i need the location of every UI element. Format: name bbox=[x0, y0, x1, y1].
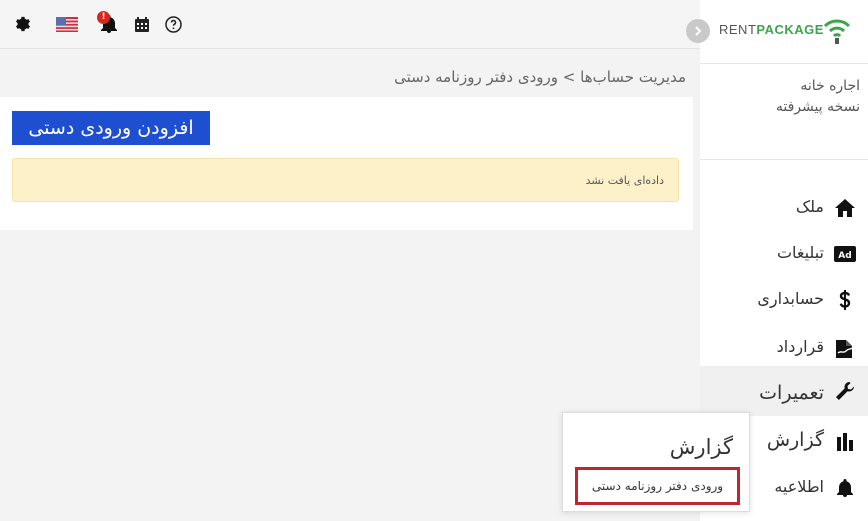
sidebar-item-label: حسابداری bbox=[757, 289, 824, 308]
content-card: افزودن ورودی دستی داده‌ای یافت نشد bbox=[0, 97, 693, 230]
plan-version: نسخه پیشرفته bbox=[775, 99, 860, 115]
sidebar-item-maintenance[interactable]: تعمیرات bbox=[700, 366, 868, 416]
empty-message: داده‌ای یافت نشد bbox=[585, 174, 664, 187]
chevron-right-icon bbox=[695, 26, 702, 36]
brand-logo: RENTPACKAGE bbox=[719, 22, 824, 37]
plan-title: اجاره خانه bbox=[800, 78, 860, 94]
submenu-title: گزارش bbox=[669, 435, 733, 459]
sidebar-item-label: قرارداد bbox=[776, 337, 824, 356]
home-icon bbox=[834, 198, 856, 218]
contract-icon bbox=[834, 338, 856, 358]
sidebar-item-label: گزارش bbox=[766, 429, 824, 451]
wrench-icon bbox=[834, 381, 856, 401]
calendar-icon[interactable] bbox=[132, 13, 152, 35]
sidebar-item-label: اطلاعیه bbox=[774, 477, 824, 496]
sidebar-item-property[interactable]: ملک bbox=[700, 186, 868, 230]
empty-alert: داده‌ای یافت نشد bbox=[12, 158, 679, 202]
svg-text:Ad: Ad bbox=[838, 251, 851, 261]
plan-info: اجاره خانه نسخه پیشرفته bbox=[710, 76, 860, 118]
ad-icon: Ad bbox=[834, 244, 856, 264]
sidebar-item-ads[interactable]: Ad تبلیغات bbox=[700, 232, 868, 276]
wifi-icon bbox=[822, 16, 852, 48]
sidebar-item-label: تعمیرات bbox=[759, 382, 824, 404]
gear-icon[interactable] bbox=[13, 13, 33, 35]
collapse-sidebar-button[interactable] bbox=[686, 19, 710, 43]
brand-header: RENTPACKAGE bbox=[686, 0, 868, 64]
sidebar-item-label: تبلیغات bbox=[776, 243, 824, 262]
add-manual-entry-button[interactable]: افزودن ورودی دستی bbox=[12, 111, 210, 145]
notification-badge: ! bbox=[97, 11, 110, 24]
breadcrumb: مدیریت حساب‌ها > ورودی دفتر روزنامه دستی bbox=[394, 68, 686, 86]
chart-icon bbox=[834, 432, 856, 452]
us-flag-icon[interactable] bbox=[56, 13, 78, 35]
app-root: ! مدیریت حساب‌ها > ورودی دفتر روزنامه دس… bbox=[0, 0, 868, 521]
bell-icon bbox=[834, 478, 856, 498]
currency-icon bbox=[834, 290, 856, 310]
sidebar-item-label: ملک bbox=[795, 197, 824, 216]
brand-package-text: PACKAGE bbox=[756, 22, 824, 37]
submenu-item-manual-journal-entry[interactable]: ورودی دفتر روزنامه دستی bbox=[575, 467, 740, 505]
help-icon[interactable] bbox=[163, 13, 183, 35]
divider bbox=[700, 159, 868, 160]
top-bar: ! bbox=[0, 0, 700, 49]
sidebar-item-accounting[interactable]: حسابداری bbox=[700, 278, 868, 322]
brand-rent-text: RENT bbox=[719, 22, 757, 37]
reports-submenu: گزارش ورودی دفتر روزنامه دستی bbox=[562, 412, 750, 512]
sidebar-item-contract[interactable]: قرارداد bbox=[700, 326, 868, 370]
